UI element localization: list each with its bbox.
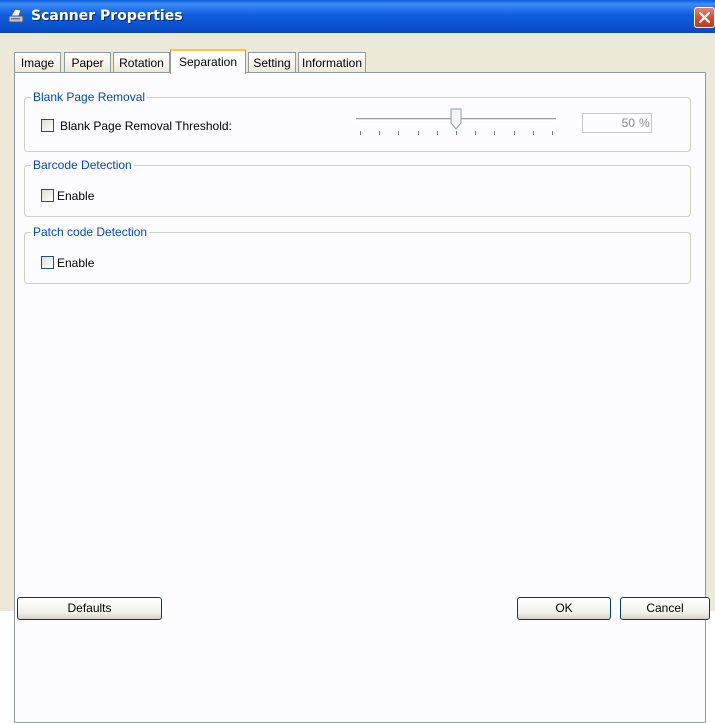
threshold-value: 50 [621,116,635,130]
blank-page-removal-checkbox[interactable] [41,119,54,132]
threshold-unit: % [639,116,650,130]
slider-tick [360,131,361,135]
slider-tick [379,131,380,135]
patch-code-enable-checkbox[interactable] [41,256,54,269]
slider-tick [475,131,476,135]
tab-label: Paper [71,56,104,70]
tab-label: Information [301,56,363,70]
barcode-enable-label: Enable [57,189,95,203]
defaults-button[interactable]: Defaults [17,597,162,620]
tab-setting[interactable]: Setting [248,52,296,72]
tab-label: Setting [253,56,291,70]
group-title: Barcode Detection [31,158,134,172]
threshold-slider-thumb[interactable] [450,108,462,130]
ok-button-label: OK [555,601,573,615]
scanner-icon [7,7,25,25]
slider-tick [456,131,457,135]
slider-tick [398,131,399,135]
tab-paper[interactable]: Paper [64,52,111,72]
slider-tick [418,131,419,135]
tab-rotation[interactable]: Rotation [113,52,170,72]
cancel-button-label: Cancel [646,601,684,615]
tab-label: Separation [178,55,238,69]
slider-tick [533,131,534,135]
barcode-enable-checkbox[interactable] [41,189,54,202]
slider-tick [437,131,438,135]
patch-code-enable-label: Enable [57,256,95,270]
slider-tick [494,131,495,135]
patch-code-detection-group: Patch code Detection [24,225,691,284]
close-icon [698,11,711,24]
slider-tick [514,131,515,135]
tab-label: Image [20,56,55,70]
cancel-button[interactable]: Cancel [620,597,710,620]
slider-tick [552,131,553,135]
defaults-button-label: Defaults [67,601,112,615]
title-bar[interactable]: Scanner Properties [0,0,715,33]
tab-information[interactable]: Information [298,52,366,72]
group-title: Blank Page Removal [31,90,148,104]
barcode-detection-group: Barcode Detection [24,158,691,217]
tab-separation[interactable]: Separation [170,49,246,74]
ok-button[interactable]: OK [517,597,611,620]
tab-label: Rotation [119,56,164,70]
blank-page-removal-label: Blank Page Removal Threshold: [60,119,232,133]
tab-image[interactable]: Image [14,52,61,72]
window-title: Scanner Properties [31,8,183,24]
group-title: Patch code Detection [31,225,150,239]
scanner-properties-window: Scanner Properties Image Paper Rotation … [0,0,715,723]
close-button[interactable] [694,7,715,28]
